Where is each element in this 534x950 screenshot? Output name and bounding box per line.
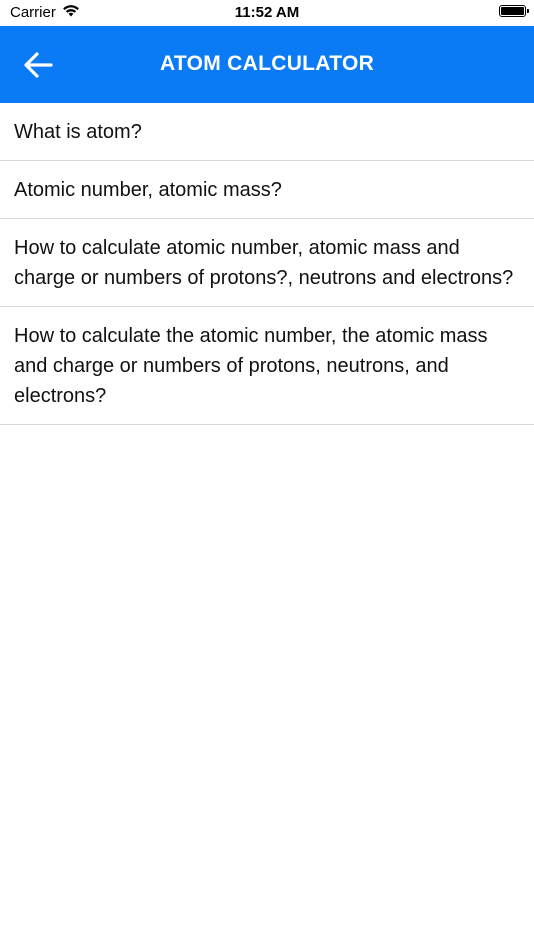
list-item-how-to-calculate[interactable]: How to calculate atomic number, atomic m…	[0, 219, 534, 307]
status-right	[499, 5, 529, 17]
question-list: What is atom? Atomic number, atomic mass…	[0, 103, 534, 425]
status-bar: Carrier 11:52 AM	[0, 0, 534, 26]
list-item-atomic-number-mass[interactable]: Atomic number, atomic mass?	[0, 161, 534, 219]
navigation-bar: ATOM CALCULATOR	[0, 26, 534, 103]
status-time: 11:52 AM	[234, 4, 300, 21]
list-item-how-to-calculate-the[interactable]: How to calculate the atomic number, the …	[0, 307, 534, 425]
battery-icon	[499, 5, 529, 17]
page-title: ATOM CALCULATOR	[159, 52, 375, 75]
list-item-what-is-atom[interactable]: What is atom?	[0, 103, 534, 161]
